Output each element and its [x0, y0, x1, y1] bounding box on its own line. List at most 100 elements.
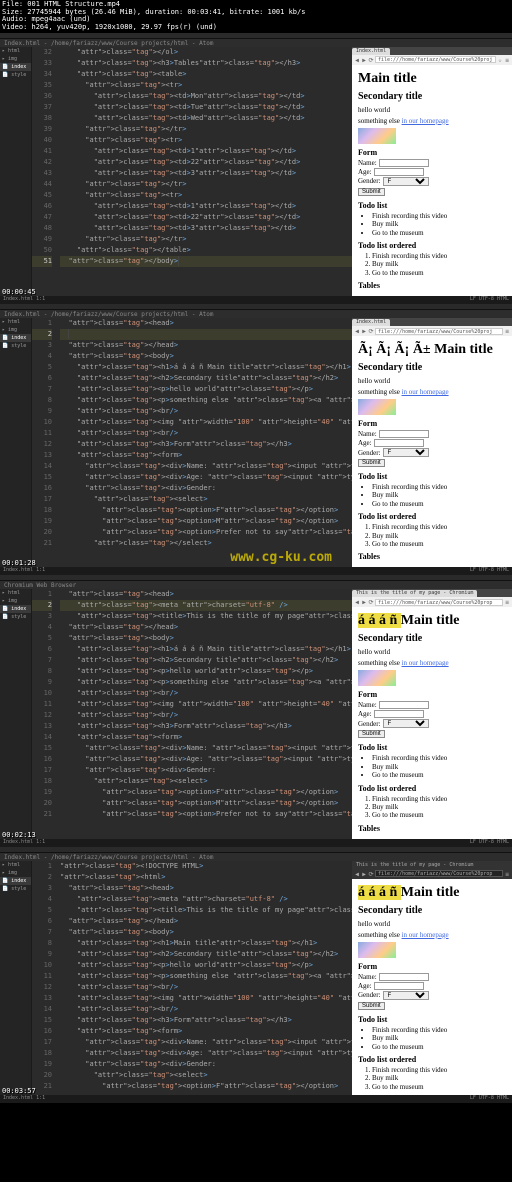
gender-select[interactable]: F [383, 719, 429, 728]
something-else: something else in our homepage [358, 117, 506, 125]
forward-icon[interactable]: ▶ [361, 57, 367, 63]
name-input[interactable] [379, 701, 429, 709]
menu-icon[interactable]: ≡ [504, 599, 510, 605]
list-item: Finish recording this video [372, 252, 506, 260]
star-icon[interactable]: ☆ [497, 57, 503, 63]
homepage-link[interactable]: in our homepage [402, 388, 449, 396]
name-input[interactable] [379, 973, 429, 981]
phaser-image [358, 670, 396, 686]
age-input[interactable] [374, 439, 424, 447]
browser-tab[interactable]: This is the title of my page - Chromium [352, 862, 477, 869]
tree-file[interactable]: 📄 style [0, 71, 31, 79]
submit-button[interactable]: Submit [358, 1002, 385, 1010]
name-input[interactable] [379, 430, 429, 438]
pane-4: Index.html - /home/fariazz/www/Course pr… [0, 847, 512, 1103]
list-item: Buy milk [372, 260, 506, 268]
reload-icon[interactable]: ⟳ [368, 599, 374, 605]
tree-folder[interactable]: ▸ img [0, 55, 31, 63]
form-heading: Form [358, 148, 506, 157]
file-tree[interactable]: ▸ html ▸ img 📄 index 📄 style [0, 47, 32, 296]
address-bar[interactable]: file:///home/fariazz/www/Course%20prop [375, 599, 503, 606]
submit-button[interactable]: Submit [358, 730, 385, 738]
homepage-link[interactable]: in our homepage [402, 931, 449, 939]
video-video: Video: h264, yuv420p, 1920x1080, 29.97 f… [2, 24, 510, 32]
todo-list: Finish recording this video Buy milk Go … [372, 212, 506, 237]
browser-tab[interactable]: Index.html [352, 319, 390, 326]
back-icon[interactable]: ◀ [354, 871, 360, 877]
age-input[interactable] [374, 710, 424, 718]
code-editor[interactable]: 123456789101112131415161718192021 "attr"… [32, 589, 352, 838]
pane-1: Index.html - /home/fariazz/www/Course pr… [0, 33, 512, 304]
gender-select[interactable]: F [383, 448, 429, 457]
watermark: www.cg-ku.com [230, 550, 332, 565]
todo-heading: Todo list [358, 201, 506, 210]
submit-button[interactable]: Submit [358, 459, 385, 467]
page-body: Main title Secondary title hello world s… [352, 65, 512, 296]
phaser-image [358, 128, 396, 144]
menu-icon[interactable]: ≡ [504, 871, 510, 877]
browser-tab[interactable]: Index.html [352, 48, 390, 55]
browser-tabbar[interactable]: Index.html [352, 47, 512, 55]
timestamp: 00:01:28 [2, 559, 36, 567]
list-item: Finish recording this video [372, 212, 506, 220]
list-item: Buy milk [372, 220, 506, 228]
forward-icon[interactable]: ▶ [361, 871, 367, 877]
browser-titlebar: Chromium Web Browser [0, 581, 512, 589]
back-icon[interactable]: ◀ [354, 328, 360, 334]
gender-select[interactable]: F [383, 177, 429, 186]
timestamp: 00:00:45 [2, 288, 36, 296]
file-tree[interactable]: ▸ html ▸ img 📄 index 📄 style [0, 861, 32, 1095]
address-bar[interactable]: file:///home/fariazz/www/Course%20prop [375, 870, 503, 877]
browser-tab[interactable]: This is the title of my page - Chromium [352, 590, 477, 597]
browser-preview: Index.html ◀ ▶ ⟳ file:///home/fariazz/ww… [352, 318, 512, 567]
pane-3: Chromium Web Browser ▸ html ▸ img 📄 inde… [0, 575, 512, 846]
list-item: Go to the museum [372, 229, 506, 237]
address-bar[interactable]: file:///home/fariazz/www/Course%20proj [375, 328, 503, 335]
address-bar[interactable]: file:///home/fariazz/www/Course%20proj [375, 56, 496, 63]
page-h1: á á á ñ Main title [358, 885, 506, 901]
code-editor[interactable]: 123456789101112131415161718192021 "attr"… [32, 318, 352, 567]
timestamp: 00:02:13 [2, 831, 36, 839]
menu-icon[interactable]: ≡ [504, 328, 510, 334]
homepage-link[interactable]: in our homepage [402, 117, 449, 125]
submit-button[interactable]: Submit [358, 188, 385, 196]
tables-heading: Tables [358, 281, 506, 290]
code-editor[interactable]: 3233343536373839404142434445464748495051… [32, 47, 352, 296]
ide-statusbar: Index.html 1:1LF UTF-8 HTML [0, 296, 512, 304]
reload-icon[interactable]: ⟳ [368, 57, 374, 63]
name-label: Name: [358, 159, 377, 167]
browser-preview: Index.html ◀ ▶ ⟳ file:///home/fariazz/ww… [352, 47, 512, 296]
todo-ord-heading: Todo list ordered [358, 241, 506, 250]
reload-icon[interactable]: ⟳ [368, 871, 374, 877]
gender-label: Gender: [358, 177, 381, 185]
homepage-link[interactable]: in our homepage [402, 659, 449, 667]
file-tree[interactable]: ▸ html ▸ img 📄 index 📄 style [0, 318, 32, 567]
file-tree[interactable]: ▸ html ▸ img 📄 index 📄 style [0, 589, 32, 838]
reload-icon[interactable]: ⟳ [368, 328, 374, 334]
page-h2: Secondary title [358, 91, 506, 102]
pane-2: Index.html - /home/fariazz/www/Course pr… [0, 304, 512, 575]
age-input[interactable] [374, 168, 424, 176]
page-h1: Main title [358, 71, 506, 87]
page-h1: á á á ñ Main title [358, 613, 506, 629]
back-icon[interactable]: ◀ [354, 57, 360, 63]
menu-icon[interactable]: ≡ [504, 57, 510, 63]
back-icon[interactable]: ◀ [354, 599, 360, 605]
todo-list-ordered: Finish recording this video Buy milk Go … [372, 252, 506, 277]
tree-folder[interactable]: ▸ html [0, 47, 31, 55]
video-info-header: File: 001 HTML Structure.mp4 Size: 27745… [0, 0, 512, 33]
forward-icon[interactable]: ▶ [361, 328, 367, 334]
name-input[interactable] [379, 159, 429, 167]
ide-titlebar: Index.html - /home/fariazz/www/Course pr… [0, 39, 512, 47]
list-item: Go to the museum [372, 269, 506, 277]
age-label: Age: [358, 168, 372, 176]
code-editor[interactable]: 123456789101112131415161718192021"attr">… [32, 861, 352, 1095]
forward-icon[interactable]: ▶ [361, 599, 367, 605]
gender-select[interactable]: F [383, 991, 429, 1000]
page-h1: Ã¡ Ã¡ Ã¡ Ã± Main title [358, 342, 506, 358]
tree-file-index[interactable]: 📄 index [0, 63, 31, 71]
age-input[interactable] [374, 982, 424, 990]
hello-text: hello world [358, 106, 506, 114]
phaser-image [358, 942, 396, 958]
ide-titlebar: Index.html - /home/fariazz/www/Course pr… [0, 310, 512, 318]
